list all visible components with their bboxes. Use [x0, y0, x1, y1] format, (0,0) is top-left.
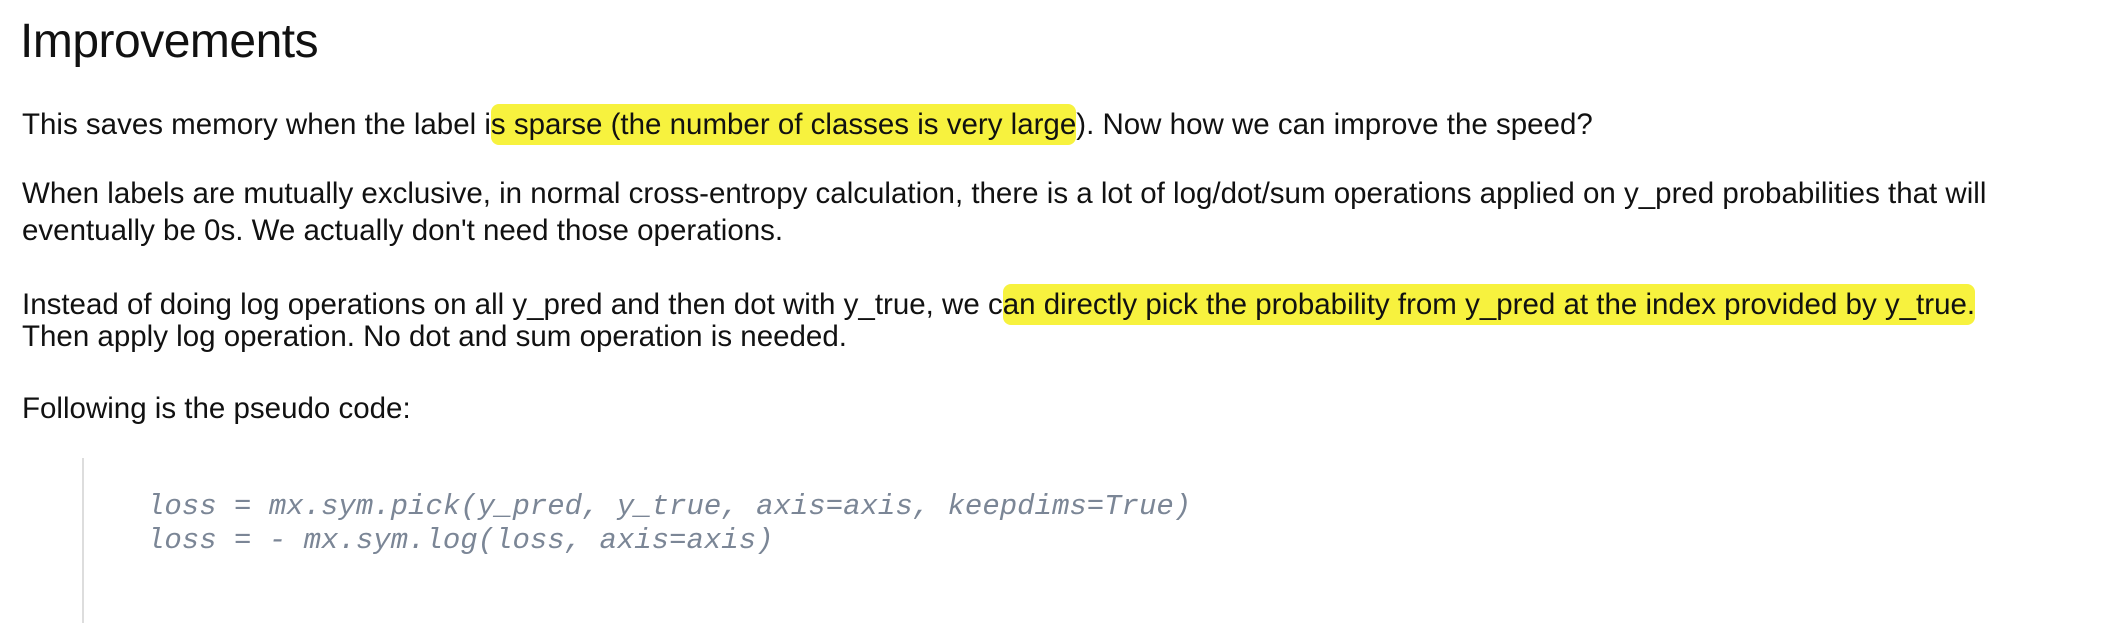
highlighted-text: an directly pick the probability from y_… — [1002, 284, 1976, 325]
section-heading: Improvements — [20, 15, 319, 68]
paragraph-3-line-2: Then apply log operation. No dot and sum… — [22, 320, 847, 353]
paragraph-1: This saves memory when the label is spar… — [22, 104, 1593, 145]
code-line-2: loss = - mx.sym.log(loss, axis=axis) — [147, 524, 774, 557]
paragraph-2-line-2: eventually be 0s. We actually don't need… — [22, 214, 784, 247]
code-block-border — [82, 458, 84, 623]
paragraph-2-line-1: When labels are mutually exclusive, in n… — [22, 177, 1987, 210]
text: ). Now how we can improve the speed? — [1076, 108, 1593, 141]
highlighted-text: s sparse (the number of classes is very … — [490, 104, 1077, 145]
text: This saves memory when the label i — [22, 108, 491, 141]
code-line-1: loss = mx.sym.pick(y_pred, y_true, axis=… — [147, 490, 1192, 523]
text: Instead of doing log operations on all y… — [22, 288, 1003, 321]
paragraph-4: Following is the pseudo code: — [22, 392, 411, 425]
